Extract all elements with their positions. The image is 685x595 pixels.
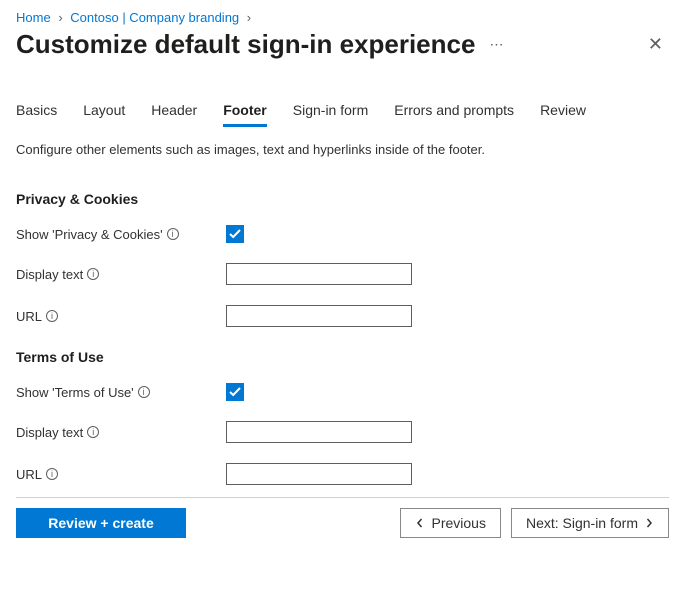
label-terms-display-text: Display text [16, 425, 83, 440]
tab-header[interactable]: Header [151, 96, 197, 126]
row-privacy-display-text: Display text i [16, 263, 669, 285]
label-privacy-url: URL [16, 309, 42, 324]
breadcrumb-home[interactable]: Home [16, 10, 51, 25]
row-show-privacy: Show 'Privacy & Cookies' i [16, 225, 669, 243]
info-icon[interactable]: i [167, 228, 179, 240]
tab-review[interactable]: Review [540, 96, 586, 126]
chevron-left-icon [415, 515, 425, 531]
previous-button[interactable]: Previous [400, 508, 500, 538]
input-terms-display-text[interactable] [226, 421, 412, 443]
close-icon[interactable]: ✕ [642, 30, 669, 59]
section-terms-title: Terms of Use [16, 349, 669, 365]
row-terms-url: URL i [16, 463, 669, 485]
breadcrumb-company-branding[interactable]: Contoso | Company branding [70, 10, 239, 25]
next-button[interactable]: Next: Sign-in form [511, 508, 669, 538]
previous-button-label: Previous [431, 515, 485, 531]
info-icon[interactable]: i [46, 310, 58, 322]
checkbox-show-terms[interactable] [226, 383, 244, 401]
tab-description: Configure other elements such as images,… [16, 142, 669, 157]
row-terms-display-text: Display text i [16, 421, 669, 443]
info-icon[interactable]: i [87, 268, 99, 280]
info-icon[interactable]: i [138, 386, 150, 398]
input-privacy-url[interactable] [226, 305, 412, 327]
chevron-right-icon: › [247, 10, 251, 25]
footer-bar: Review + create Previous Next: Sign-in f… [16, 498, 669, 552]
section-privacy-title: Privacy & Cookies [16, 191, 669, 207]
checkbox-show-privacy[interactable] [226, 225, 244, 243]
label-terms-url: URL [16, 467, 42, 482]
row-privacy-url: URL i [16, 305, 669, 327]
chevron-right-icon: › [58, 10, 62, 25]
breadcrumb: Home › Contoso | Company branding › [16, 10, 669, 25]
tab-basics[interactable]: Basics [16, 96, 57, 126]
more-actions-icon[interactable]: ⋯ [489, 36, 503, 53]
input-privacy-display-text[interactable] [226, 263, 412, 285]
info-icon[interactable]: i [87, 426, 99, 438]
tab-footer[interactable]: Footer [223, 96, 267, 126]
label-show-terms: Show 'Terms of Use' [16, 385, 134, 400]
info-icon[interactable]: i [46, 468, 58, 480]
tab-bar: Basics Layout Header Footer Sign-in form… [16, 96, 669, 126]
tab-layout[interactable]: Layout [83, 96, 125, 126]
tab-errors-and-prompts[interactable]: Errors and prompts [394, 96, 514, 126]
chevron-right-icon [644, 515, 654, 531]
review-create-button[interactable]: Review + create [16, 508, 186, 538]
page-title: Customize default sign-in experience [16, 29, 475, 60]
row-show-terms: Show 'Terms of Use' i [16, 383, 669, 401]
label-privacy-display-text: Display text [16, 267, 83, 282]
label-show-privacy: Show 'Privacy & Cookies' [16, 227, 163, 242]
tab-sign-in-form[interactable]: Sign-in form [293, 96, 368, 126]
next-button-label: Next: Sign-in form [526, 515, 638, 531]
input-terms-url[interactable] [226, 463, 412, 485]
title-row: Customize default sign-in experience ⋯ ✕ [16, 29, 669, 60]
